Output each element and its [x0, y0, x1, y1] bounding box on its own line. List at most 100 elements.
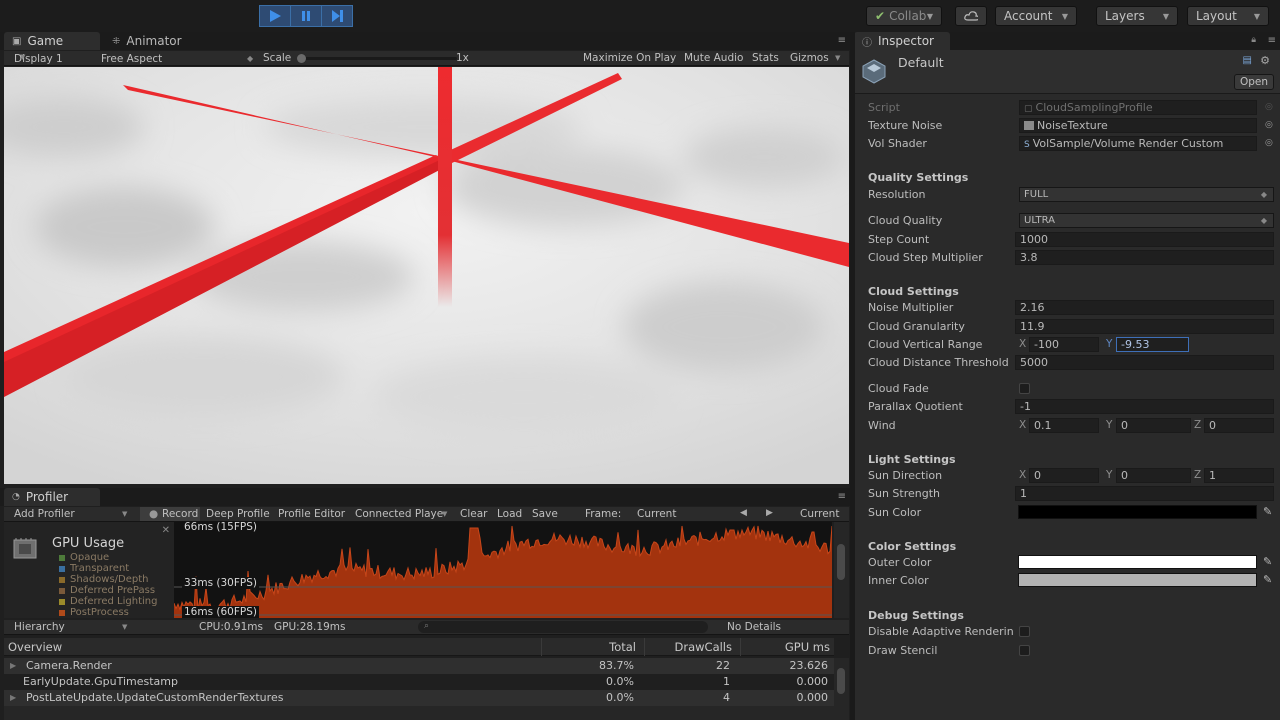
legend-swatch: [59, 576, 65, 583]
sun-direction-x-input[interactable]: 0: [1029, 468, 1099, 483]
panel-menu-icon[interactable]: ≡: [1268, 35, 1276, 46]
sun-strength-input[interactable]: 1: [1015, 486, 1274, 501]
legend-shadows-depth[interactable]: Shadows/Depth: [59, 574, 149, 585]
row-drawcalls: 1: [723, 675, 730, 688]
connected-player-dropdown[interactable]: Connected Playe: [355, 508, 443, 520]
gizmos-toggle[interactable]: Gizmos: [790, 52, 829, 64]
load-button[interactable]: Load: [497, 508, 522, 520]
pause-button[interactable]: [290, 5, 322, 27]
search-icon: ⌕: [424, 621, 430, 631]
texture-noise-field[interactable]: NoiseTexture: [1019, 118, 1257, 133]
eyedropper-icon[interactable]: ✎: [1263, 573, 1275, 586]
prev-frame-icon[interactable]: ◀: [740, 508, 747, 518]
close-icon[interactable]: ✕: [162, 525, 170, 536]
gear-icon[interactable]: ⚙: [1260, 54, 1270, 67]
tab-animator[interactable]: ⁜ Animator: [104, 32, 214, 50]
cloud-quality-dropdown[interactable]: ULTRA ◆: [1019, 213, 1274, 228]
cloud-services-button[interactable]: [955, 6, 987, 26]
legend-postprocess[interactable]: PostProcess: [59, 607, 129, 618]
open-button[interactable]: Open: [1234, 74, 1274, 90]
column-drawcalls[interactable]: DrawCalls: [675, 640, 733, 654]
panel-menu-icon[interactable]: ≡: [838, 491, 846, 502]
legend-transparent[interactable]: Transparent: [59, 563, 129, 574]
tab-game[interactable]: ▣ Game: [4, 32, 100, 50]
cloud-vertical-range-y-input[interactable]: -9.53: [1116, 337, 1189, 352]
cloud-granularity-input[interactable]: 11.9: [1015, 319, 1274, 334]
legend-deferred-lighting[interactable]: Deferred Lighting: [59, 596, 157, 607]
gpu-usage-graph[interactable]: [174, 522, 832, 618]
resolution-dropdown[interactable]: FULL ◆: [1019, 187, 1274, 202]
layers-dropdown[interactable]: Layers ▼: [1096, 6, 1178, 26]
table-row[interactable]: ▶ PostLateUpdate.UpdateCustomRenderTextu…: [4, 690, 834, 706]
next-frame-icon[interactable]: ▶: [766, 508, 773, 518]
legend-deferred-prepass[interactable]: Deferred PrePass: [59, 585, 155, 596]
cloud-vertical-range-x-input[interactable]: -100: [1029, 337, 1099, 352]
save-button[interactable]: Save: [532, 508, 558, 520]
tab-profiler[interactable]: ◔ Profiler: [4, 488, 100, 506]
current-frame-button[interactable]: Current: [800, 508, 839, 520]
sun-color-swatch[interactable]: [1018, 505, 1257, 519]
legend-swatch: [59, 565, 65, 572]
sun-strength-label: Sun Strength: [868, 487, 941, 500]
panel-menu-icon[interactable]: ≡: [838, 35, 846, 46]
legend-opaque[interactable]: Opaque: [59, 552, 109, 563]
mute-audio-toggle[interactable]: Mute Audio: [684, 52, 743, 64]
outer-color-swatch[interactable]: [1018, 555, 1257, 569]
sun-direction-z-input[interactable]: 1: [1204, 468, 1274, 483]
game-viewport[interactable]: [4, 67, 849, 484]
hierarchy-dropdown[interactable]: Hierarchy: [14, 621, 65, 633]
profile-editor-toggle[interactable]: Profile Editor: [278, 508, 345, 520]
column-overview[interactable]: Overview: [8, 640, 62, 654]
graph-scrollbar[interactable]: [834, 522, 849, 618]
account-dropdown[interactable]: Account ▼: [995, 6, 1077, 26]
inner-color-swatch[interactable]: [1018, 573, 1257, 587]
eyedropper-icon[interactable]: ✎: [1263, 555, 1275, 568]
wind-x-input[interactable]: 0.1: [1029, 418, 1099, 433]
draw-stencil-checkbox[interactable]: [1019, 645, 1030, 656]
parallax-quotient-input[interactable]: -1: [1015, 399, 1274, 414]
noise-multiplier-input[interactable]: 2.16: [1015, 300, 1274, 315]
book-icon[interactable]: ▤: [1243, 55, 1252, 66]
profiler-search-input[interactable]: [418, 621, 708, 633]
wind-z-input[interactable]: 0: [1204, 418, 1274, 433]
step-button[interactable]: [321, 5, 353, 27]
sun-direction-y-input[interactable]: 0: [1116, 468, 1191, 483]
object-picker-icon[interactable]: ◎: [1265, 120, 1273, 130]
maximize-on-play-toggle[interactable]: Maximize On Play: [583, 52, 676, 64]
scale-slider-handle[interactable]: [297, 54, 306, 63]
vol-shader-field[interactable]: S VolSample/Volume Render Custom: [1019, 136, 1257, 151]
step-count-input[interactable]: 1000: [1015, 232, 1274, 247]
panel-splitter[interactable]: [850, 32, 855, 720]
table-scrollbar-thumb[interactable]: [837, 668, 845, 694]
expand-arrow-icon[interactable]: ▶: [10, 661, 16, 670]
eyedropper-icon[interactable]: ✎: [1263, 505, 1275, 518]
play-button[interactable]: [259, 5, 291, 27]
table-row[interactable]: EarlyUpdate.GpuTimestamp 0.0% 1 0.000: [4, 674, 834, 690]
add-profiler-dropdown[interactable]: Add Profiler: [14, 508, 75, 520]
table-scrollbar[interactable]: [834, 658, 849, 720]
tab-inspector[interactable]: ⓘ Inspector: [854, 32, 950, 50]
collab-button[interactable]: ✔ Collab ▼: [866, 6, 942, 26]
table-row[interactable]: ▶ Camera.Render 83.7% 22 23.626: [4, 658, 834, 674]
cloud-step-multiplier-input[interactable]: 3.8: [1015, 250, 1274, 265]
clear-button[interactable]: Clear: [460, 508, 487, 520]
cloud-quality-label: Cloud Quality: [868, 214, 943, 227]
graph-scrollbar-thumb[interactable]: [837, 544, 845, 580]
stats-toggle[interactable]: Stats: [752, 52, 779, 64]
column-total[interactable]: Total: [609, 640, 636, 654]
lock-icon[interactable]: 🔒︎: [1251, 35, 1256, 45]
object-picker-icon[interactable]: ◎: [1265, 138, 1273, 148]
disable-adaptive-rendering-checkbox[interactable]: [1019, 626, 1030, 637]
expand-arrow-icon[interactable]: ▶: [10, 693, 16, 702]
no-details-dropdown[interactable]: No Details: [727, 621, 781, 633]
scale-slider[interactable]: [297, 57, 457, 60]
cloud-distance-threshold-input[interactable]: 5000: [1015, 355, 1274, 370]
deep-profile-toggle[interactable]: Deep Profile: [206, 508, 270, 520]
column-gpu-ms[interactable]: GPU ms: [785, 640, 830, 654]
gpu-usage-module[interactable]: GPU Usage ✕ Opaque Transparent Shadows/D…: [4, 522, 174, 618]
chevron-down-icon: ▼: [122, 623, 128, 631]
record-toggle[interactable]: Record: [162, 508, 198, 520]
wind-y-input[interactable]: 0: [1116, 418, 1191, 433]
layout-dropdown[interactable]: Layout ▼: [1187, 6, 1269, 26]
cloud-fade-checkbox[interactable]: [1019, 383, 1030, 394]
